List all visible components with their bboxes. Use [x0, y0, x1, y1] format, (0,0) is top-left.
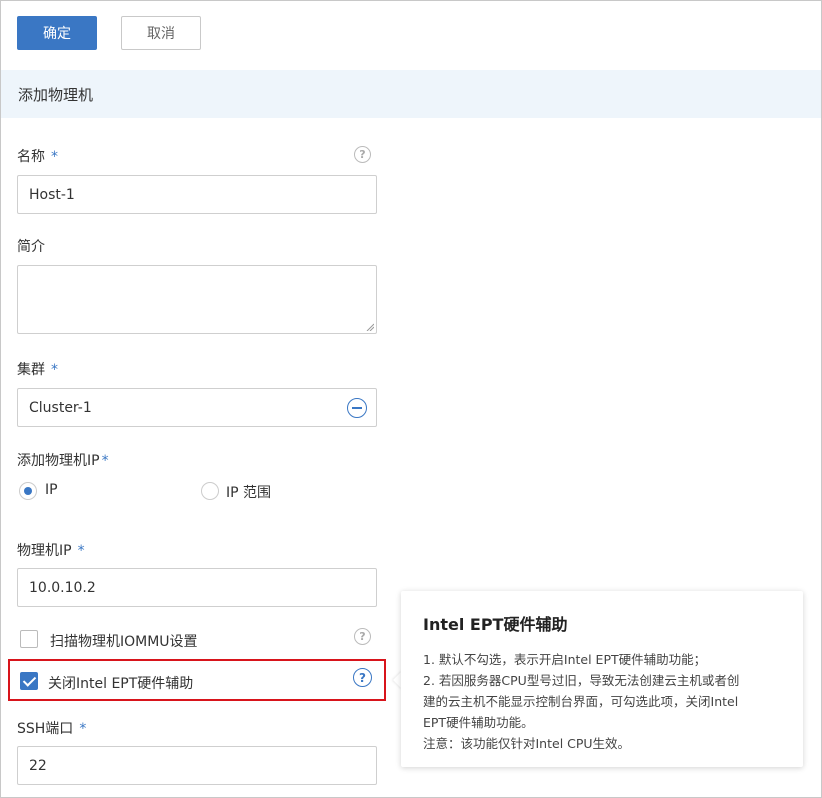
- radio-ip-range-label[interactable]: IP 范围: [226, 482, 271, 502]
- scan-iommu-help-icon[interactable]: ?: [354, 628, 371, 645]
- host-ip-label-text: 物理机IP: [17, 543, 72, 559]
- name-label-text: 名称: [17, 149, 45, 165]
- cancel-button[interactable]: 取消: [121, 16, 201, 50]
- cluster-value: Cluster-1: [29, 399, 92, 416]
- cluster-label-text: 集群: [17, 362, 45, 378]
- description-textarea[interactable]: [17, 265, 377, 334]
- disable-ept-help-icon[interactable]: ?: [353, 668, 372, 687]
- ssh-port-label: SSH端口 *: [17, 718, 86, 738]
- tooltip-line: 2. 若因服务器CPU型号过旧，导致无法创建云主机或者创: [423, 673, 740, 688]
- required-marker: *: [79, 721, 87, 737]
- ssh-port-input[interactable]: 22: [17, 746, 377, 785]
- section-title: 添加物理机: [18, 85, 94, 104]
- tooltip-line: 建的云主机不能显示控制台界面，可勾选此项，关闭Intel: [423, 694, 739, 709]
- cluster-select[interactable]: Cluster-1: [17, 388, 377, 427]
- ssh-port-label-text: SSH端口: [17, 721, 74, 737]
- confirm-button[interactable]: 确定: [17, 16, 97, 50]
- required-marker: *: [101, 453, 109, 469]
- host-ip-input[interactable]: 10.0.10.2: [17, 568, 377, 607]
- required-marker: *: [77, 543, 85, 559]
- name-input[interactable]: Host-1: [17, 175, 377, 214]
- radio-ip-label[interactable]: IP: [45, 482, 58, 498]
- tooltip-title: Intel EPT硬件辅助: [423, 615, 568, 634]
- tooltip-body: 1. 默认不勾选，表示开启Intel EPT硬件辅助功能； 2. 若因服务器CP…: [423, 649, 781, 754]
- add-ip-label: 添加物理机IP *: [17, 450, 109, 470]
- ept-tooltip: Intel EPT硬件辅助 1. 默认不勾选，表示开启Intel EPT硬件辅助…: [401, 591, 803, 767]
- tooltip-line: 注意：该功能仅针对Intel CPU生效。: [423, 736, 631, 751]
- resize-grip-icon[interactable]: [366, 323, 374, 331]
- name-help-icon[interactable]: ?: [354, 146, 371, 163]
- scan-iommu-label[interactable]: 扫描物理机IOMMU设置: [50, 631, 198, 651]
- name-label: 名称 *: [17, 146, 58, 166]
- disable-ept-label[interactable]: 关闭Intel EPT硬件辅助: [48, 673, 193, 693]
- required-marker: *: [51, 362, 58, 378]
- tooltip-line: EPT硬件辅助功能。: [423, 715, 534, 730]
- required-marker: *: [51, 149, 58, 165]
- radio-ip[interactable]: [19, 482, 37, 500]
- section-header: 添加物理机: [1, 70, 821, 118]
- tooltip-line: 1. 默认不勾选，表示开启Intel EPT硬件辅助功能；: [423, 652, 707, 667]
- scan-iommu-checkbox[interactable]: [20, 630, 38, 648]
- disable-ept-checkbox[interactable]: [20, 672, 38, 690]
- description-label: 简介: [17, 239, 45, 255]
- select-circle-minus-icon[interactable]: [347, 398, 367, 418]
- host-ip-label: 物理机IP *: [17, 540, 85, 560]
- radio-ip-range[interactable]: [201, 482, 219, 500]
- cluster-label: 集群 *: [17, 359, 58, 379]
- add-ip-label-text: 添加物理机IP: [17, 453, 100, 469]
